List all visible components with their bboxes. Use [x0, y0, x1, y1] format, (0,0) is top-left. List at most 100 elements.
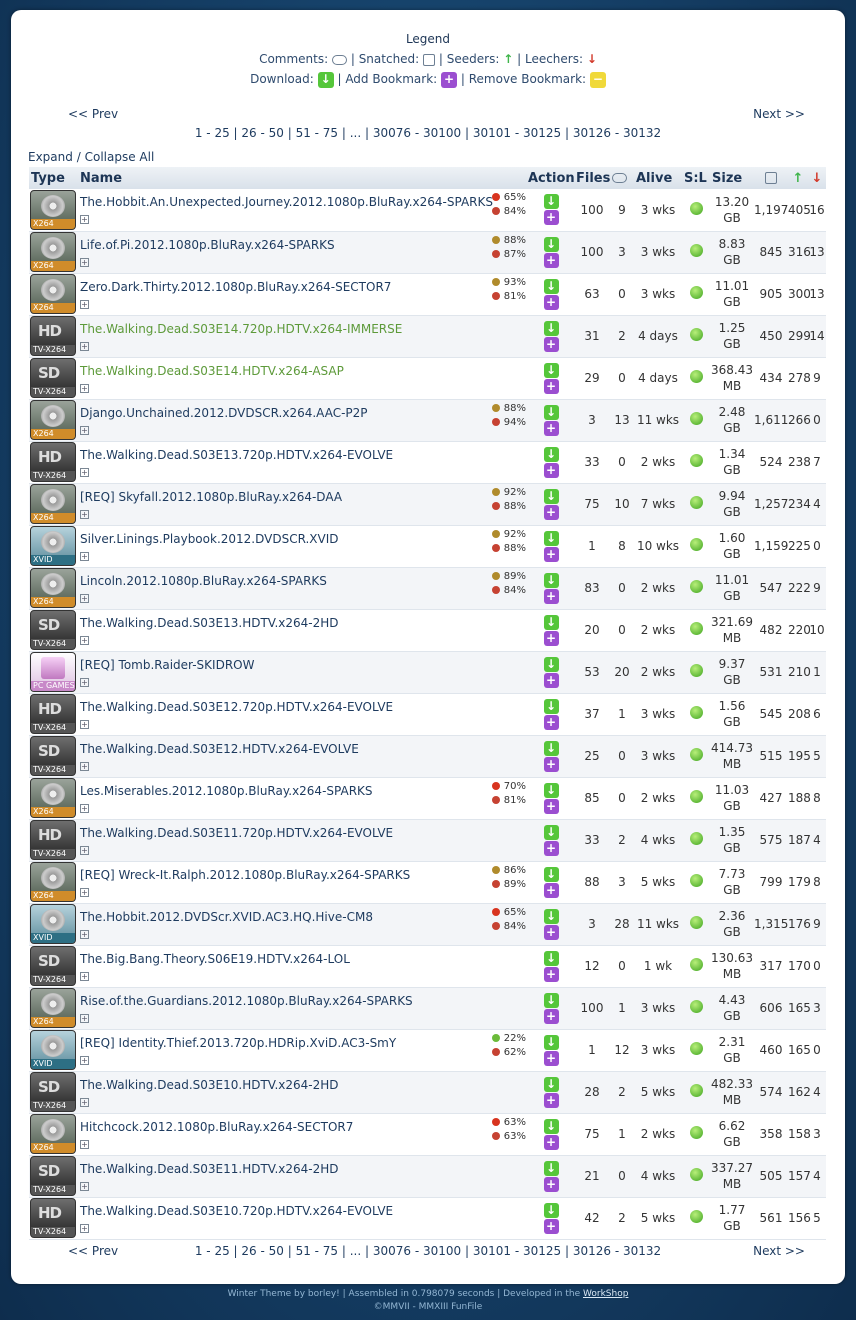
type-cell[interactable]: SD TV-X264 [29, 609, 78, 652]
category-x264-icon[interactable]: X264 [30, 862, 76, 902]
download-icon[interactable]: ↓ [543, 278, 559, 294]
type-cell[interactable]: X264 [29, 861, 78, 904]
next-page-link[interactable]: Next >> [753, 107, 805, 121]
snatched-count[interactable]: 317 [754, 945, 788, 988]
seeders-count[interactable]: 266 [788, 399, 811, 442]
type-cell[interactable]: SD TV-X264 [29, 1071, 78, 1114]
category-x264-icon[interactable]: X264 [30, 778, 76, 818]
seeders-count[interactable]: 278 [788, 357, 811, 400]
download-icon[interactable]: ↓ [543, 1160, 559, 1176]
type-cell[interactable]: X264 [29, 189, 78, 232]
comments-count[interactable]: 0 [610, 357, 634, 400]
category-hd-icon[interactable]: HD TV-X264 [30, 316, 76, 356]
seeders-count[interactable]: 195 [788, 735, 811, 778]
category-x264-icon[interactable]: X264 [30, 1114, 76, 1154]
category-hd-icon[interactable]: HD TV-X264 [30, 820, 76, 860]
download-icon[interactable]: ↓ [543, 656, 559, 672]
add-bookmark-icon[interactable]: + [543, 1008, 559, 1024]
expand-plus-icon[interactable]: + [80, 509, 89, 519]
col-seeders[interactable]: ↑ [788, 167, 808, 189]
download-icon[interactable]: ↓ [543, 446, 559, 462]
type-cell[interactable]: X264 [29, 273, 78, 316]
col-leechers[interactable]: ↓ [808, 167, 826, 189]
snatched-count[interactable]: 358 [754, 1113, 788, 1156]
download-icon[interactable]: ↓ [543, 320, 559, 336]
torrent-name-link[interactable]: Life.of.Pi.2012.1080p.BluRay.x264-SPARKS [80, 238, 335, 252]
torrent-name-link[interactable]: The.Walking.Dead.S03E13.720p.HDTV.x264-E… [80, 448, 393, 462]
add-bookmark-icon[interactable]: + [543, 630, 559, 646]
next-page-link[interactable]: Next >> [753, 1244, 805, 1258]
add-bookmark-icon[interactable]: + [543, 294, 559, 310]
torrent-name-link[interactable]: The.Walking.Dead.S03E14.HDTV.x264-ASAP [80, 364, 344, 378]
add-bookmark-icon[interactable]: + [543, 588, 559, 604]
comments-count[interactable]: 2 [610, 315, 634, 358]
leechers-count[interactable]: 14 [808, 315, 826, 358]
snatched-count[interactable]: 524 [754, 441, 788, 484]
download-icon[interactable]: ↓ [543, 488, 559, 504]
download-icon[interactable]: ↓ [543, 194, 559, 210]
files-count[interactable]: 3 [574, 399, 610, 442]
page-range-link[interactable]: 30126 - 30132 [573, 126, 661, 140]
seeders-count[interactable]: 187 [788, 819, 811, 862]
category-sd-icon[interactable]: SD TV-X264 [30, 358, 76, 398]
workshop-link[interactable]: WorkShop [583, 1289, 628, 1299]
seeders-count[interactable]: 234 [788, 483, 811, 526]
files-count[interactable]: 28 [574, 1071, 610, 1114]
seeders-count[interactable]: 299 [788, 315, 811, 358]
snatched-count[interactable]: 799 [754, 861, 788, 904]
comments-count[interactable]: 28 [610, 903, 634, 946]
snatched-count[interactable]: 1,611 [754, 399, 788, 442]
files-count[interactable]: 31 [574, 315, 610, 358]
category-x264-icon[interactable]: X264 [30, 988, 76, 1028]
category-hd-icon[interactable]: HD TV-X264 [30, 442, 76, 482]
seeders-count[interactable]: 220 [788, 609, 811, 652]
category-sd-icon[interactable]: SD TV-X264 [30, 1156, 76, 1196]
snatched-count[interactable]: 1,197 [754, 189, 788, 232]
type-cell[interactable]: XVID [29, 525, 78, 568]
comments-count[interactable]: 0 [610, 945, 634, 988]
snatched-count[interactable]: 575 [754, 819, 788, 862]
files-count[interactable]: 20 [574, 609, 610, 652]
seeders-count[interactable]: 222 [788, 567, 811, 610]
seeders-count[interactable]: 170 [788, 945, 811, 988]
type-cell[interactable]: SD TV-X264 [29, 735, 78, 778]
type-cell[interactable]: X264 [29, 1113, 78, 1156]
type-cell[interactable]: SD TV-X264 [29, 1155, 78, 1198]
expand-plus-icon[interactable]: + [80, 635, 89, 645]
expand-plus-icon[interactable]: + [80, 929, 89, 939]
files-count[interactable]: 1 [574, 1029, 610, 1072]
collapse-all-link[interactable]: Collapse All [85, 150, 155, 164]
col-name[interactable]: Name [78, 167, 528, 189]
comments-count[interactable]: 1 [610, 1113, 634, 1156]
expand-plus-icon[interactable]: + [80, 1097, 89, 1107]
seeders-count[interactable]: 157 [788, 1155, 811, 1198]
expand-plus-icon[interactable]: + [80, 425, 89, 435]
add-bookmark-icon[interactable]: + [543, 1218, 559, 1234]
type-cell[interactable]: X264 [29, 231, 78, 274]
seeders-count[interactable]: 238 [788, 441, 811, 484]
comments-count[interactable]: 12 [610, 1029, 634, 1072]
category-x264-icon[interactable]: X264 [30, 232, 76, 272]
type-cell[interactable]: X264 [29, 777, 78, 820]
snatched-count[interactable]: 574 [754, 1071, 788, 1114]
expand-plus-icon[interactable]: + [80, 761, 89, 771]
expand-plus-icon[interactable]: + [80, 341, 89, 351]
expand-plus-icon[interactable]: + [80, 971, 89, 981]
category-xvid-icon[interactable]: XVID [30, 1030, 76, 1070]
expand-plus-icon[interactable]: + [80, 677, 89, 687]
files-count[interactable]: 100 [574, 189, 610, 232]
files-count[interactable]: 29 [574, 357, 610, 400]
torrent-name-link[interactable]: [REQ] Wreck-It.Ralph.2012.1080p.BluRay.x… [80, 868, 410, 882]
torrent-name-link[interactable]: The.Walking.Dead.S03E11.HDTV.x264-2HD [80, 1162, 339, 1176]
add-bookmark-icon[interactable]: + [543, 882, 559, 898]
expand-plus-icon[interactable]: + [80, 467, 89, 477]
category-hd-icon[interactable]: HD TV-X264 [30, 694, 76, 734]
col-files[interactable]: Files [574, 167, 610, 189]
torrent-name-link[interactable]: The.Walking.Dead.S03E12.HDTV.x264-EVOLVE [80, 742, 359, 756]
expand-plus-icon[interactable]: + [80, 257, 89, 267]
seeders-count[interactable]: 179 [788, 861, 811, 904]
add-bookmark-icon[interactable]: + [543, 756, 559, 772]
add-bookmark-icon[interactable]: + [543, 378, 559, 394]
page-range-link[interactable]: 26 - 50 [241, 126, 284, 140]
download-icon[interactable]: ↓ [543, 1076, 559, 1092]
